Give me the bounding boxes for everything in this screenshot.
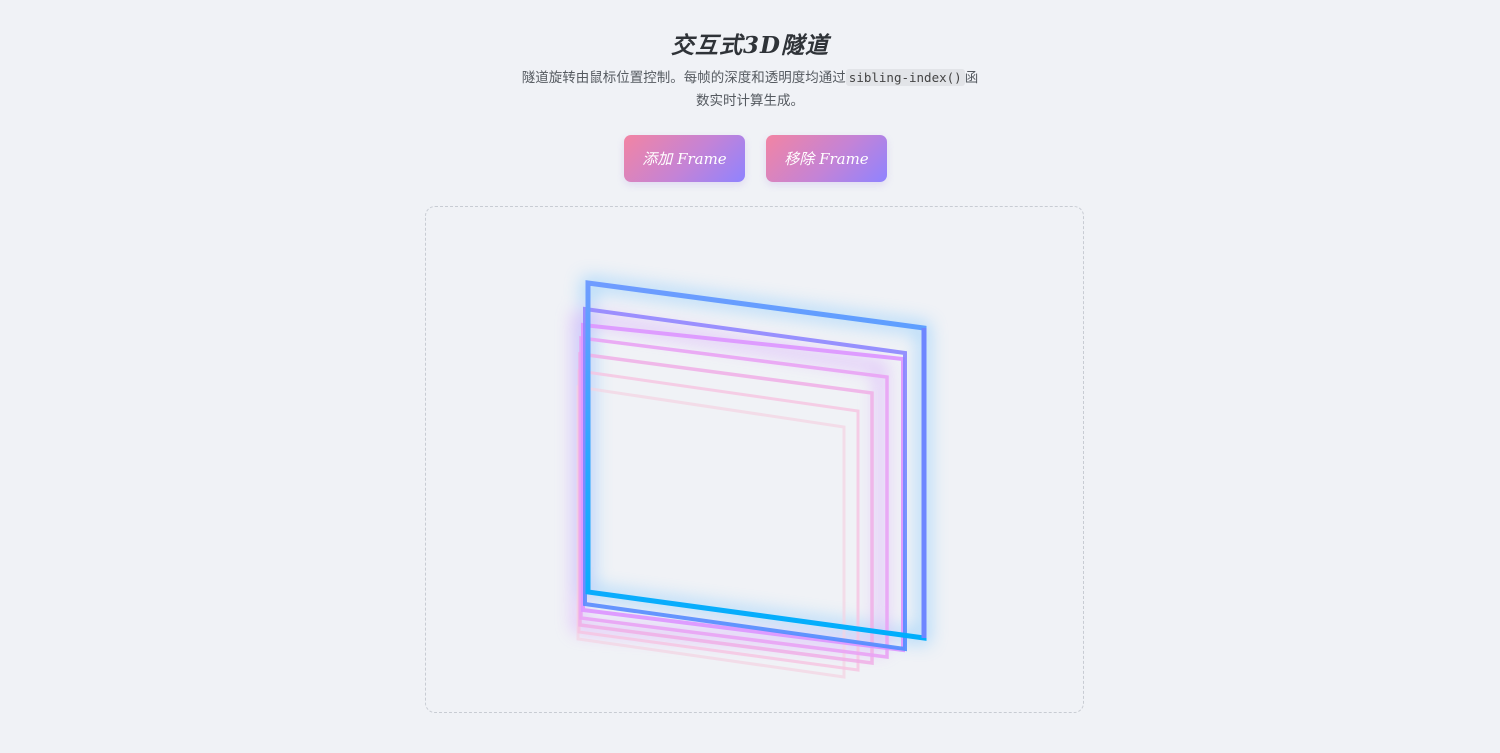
page-title: 交互式3D隧道 — [671, 32, 829, 59]
page-description: 隧道旋转由鼠标位置控制。每帧的深度和透明度均通过 sibling-index() 函… — [520, 66, 980, 113]
page: 交互式3D隧道 隧道旋转由鼠标位置控制。每帧的深度和透明度均通过 sibling-… — [0, 0, 1500, 753]
tunnel-scene — [574, 277, 929, 679]
description-text: 隧道旋转由鼠标位置控制。每帧的深度和透明度均通过 — [521, 70, 846, 86]
description-code: sibling-index() — [845, 69, 965, 86]
tunnel-viewport[interactable] — [425, 206, 1084, 713]
add-frame-button[interactable]: 添加 Frame — [624, 135, 745, 182]
remove-frame-button[interactable]: 移除 Frame — [766, 135, 887, 182]
